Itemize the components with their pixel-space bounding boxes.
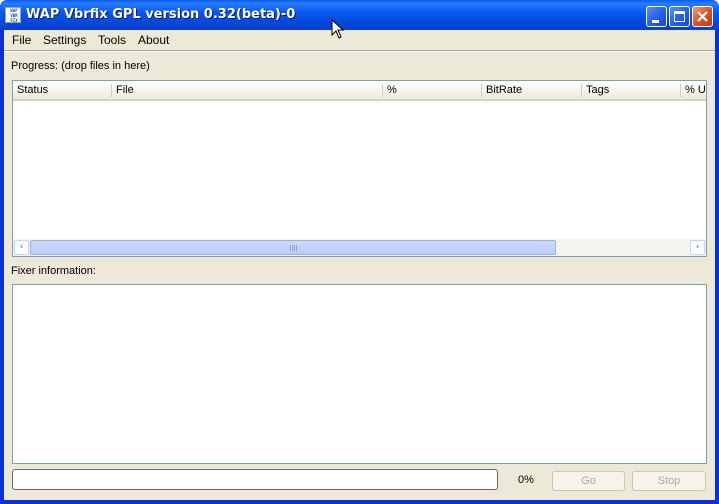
column-status[interactable]: Status bbox=[13, 81, 111, 99]
progress-bar bbox=[12, 469, 498, 490]
go-button[interactable]: Go bbox=[552, 471, 625, 491]
chevron-left-icon: ‹ bbox=[19, 242, 24, 252]
minimize-button[interactable] bbox=[646, 6, 667, 27]
fixer-info-label: Fixer information: bbox=[11, 265, 96, 277]
fixer-info-textarea[interactable] bbox=[12, 284, 707, 464]
client-area: File Settings Tools About Progress: (dro… bbox=[4, 30, 715, 500]
scroll-thumb[interactable] bbox=[30, 240, 556, 255]
menu-bar: File Settings Tools About bbox=[4, 30, 715, 50]
file-progress-list[interactable]: Status File % BitRate Tags % U ‹ › bbox=[12, 80, 707, 257]
scroll-right-button[interactable]: › bbox=[690, 240, 705, 255]
chevron-right-icon: › bbox=[695, 242, 700, 252]
mouse-pointer-icon bbox=[331, 19, 345, 39]
list-header: Status File % BitRate Tags % U bbox=[13, 81, 706, 101]
scroll-left-button[interactable]: ‹ bbox=[14, 240, 29, 255]
horizontal-scrollbar[interactable]: ‹ › bbox=[13, 239, 706, 256]
menu-file[interactable]: File bbox=[12, 33, 31, 47]
maximize-button[interactable] bbox=[669, 6, 690, 27]
progress-percent: 0% bbox=[518, 474, 534, 486]
column-file[interactable]: File bbox=[112, 81, 382, 99]
column-percent[interactable]: % bbox=[383, 81, 481, 99]
grip-icon bbox=[294, 245, 295, 251]
grip-icon bbox=[296, 245, 297, 251]
window-title: WAP Vbrfix GPL version 0.32(beta)-0 bbox=[26, 7, 296, 22]
app-icon[interactable]: WAP VBR FIX bbox=[5, 7, 21, 23]
column-bitrate[interactable]: BitRate bbox=[482, 81, 581, 99]
grip-icon bbox=[290, 245, 291, 251]
close-icon bbox=[697, 11, 708, 22]
column-percent-u[interactable]: % U bbox=[681, 81, 706, 99]
column-tags[interactable]: Tags bbox=[582, 81, 680, 99]
menu-tools[interactable]: Tools bbox=[98, 33, 126, 47]
close-button[interactable] bbox=[692, 6, 713, 27]
menu-settings[interactable]: Settings bbox=[43, 33, 86, 47]
app-icon-text-3: FIX bbox=[10, 18, 18, 23]
stop-button[interactable]: Stop bbox=[632, 471, 706, 491]
grip-icon bbox=[292, 245, 293, 251]
menu-about[interactable]: About bbox=[138, 33, 169, 47]
title-bar[interactable]: WAP VBR FIX WAP Vbrfix GPL version 0.32(… bbox=[0, 0, 719, 30]
application-window: WAP VBR FIX WAP Vbrfix GPL version 0.32(… bbox=[0, 0, 719, 504]
progress-label: Progress: (drop files in here) bbox=[11, 60, 150, 72]
menu-divider-highlight bbox=[4, 51, 715, 52]
